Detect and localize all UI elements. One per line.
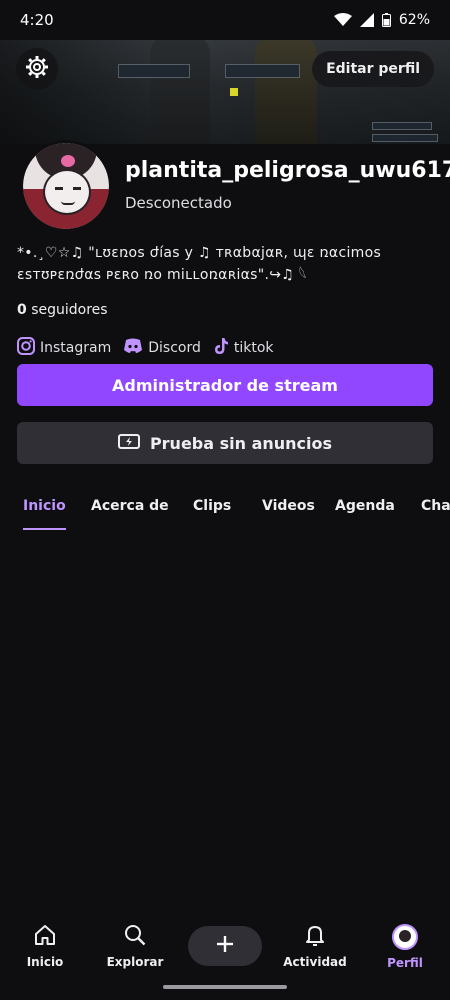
- username: plantita_peligrosa_uwu617: [125, 158, 450, 183]
- banner-hud-marker: [230, 88, 238, 96]
- followers-number: 0: [17, 302, 27, 318]
- live-status: Desconectado: [125, 194, 232, 212]
- social-links: Instagram Discord tiktok: [17, 337, 274, 359]
- banner-hud: [372, 134, 438, 142]
- create-button[interactable]: [188, 926, 262, 966]
- ad-free-label: Prueba sin anuncios: [149, 433, 333, 453]
- tab-acerca-de[interactable]: Acerca de: [91, 490, 169, 530]
- avatar-image: [23, 143, 109, 229]
- tab-chat[interactable]: Cha: [421, 490, 450, 530]
- banner-hud: [225, 64, 300, 78]
- social-link-discord[interactable]: Discord: [123, 338, 201, 358]
- tab-clips[interactable]: Clips: [193, 490, 231, 530]
- ad-free-trial-button[interactable]: Prueba sin anuncios: [17, 422, 433, 464]
- profile-tabs: Inicio Acerca de Clips Videos Agenda Cha: [0, 490, 450, 534]
- banner-figure: [150, 40, 210, 144]
- battery-icon: [381, 13, 391, 27]
- banner-hud: [372, 122, 432, 130]
- ad-free-icon: [117, 432, 140, 454]
- followers-label: seguidores: [31, 302, 108, 318]
- nav-home[interactable]: Inicio: [10, 924, 80, 969]
- avatar[interactable]: [20, 140, 112, 232]
- tab-inicio[interactable]: Inicio: [23, 490, 66, 530]
- social-label: tiktok: [233, 340, 274, 356]
- settings-button[interactable]: [16, 48, 58, 90]
- status-bar: 4:20 62%: [0, 0, 450, 40]
- nav-label: Explorar: [106, 955, 164, 969]
- tab-agenda[interactable]: Agenda: [335, 490, 395, 530]
- discord-icon: [123, 338, 143, 358]
- nav-activity[interactable]: Actividad: [280, 924, 350, 969]
- banner-figure: [255, 40, 317, 144]
- social-label: Discord: [148, 340, 201, 356]
- status-time: 4:20: [20, 11, 54, 29]
- search-icon: [124, 924, 146, 949]
- wifi-icon: [333, 13, 352, 27]
- tab-videos[interactable]: Videos: [262, 490, 315, 530]
- nav-explore[interactable]: Explorar: [100, 924, 170, 969]
- social-label: Instagram: [40, 340, 112, 356]
- home-icon: [34, 924, 56, 949]
- instagram-icon: [17, 337, 35, 359]
- status-icons: 62%: [333, 12, 430, 28]
- bottom-nav: Inicio Explorar Actividad Perfil: [0, 918, 450, 978]
- followers-count[interactable]: 0 seguidores: [17, 302, 108, 318]
- banner-hud: [118, 64, 190, 78]
- nav-label: Inicio: [26, 955, 64, 969]
- nav-label: Actividad: [283, 955, 347, 969]
- stream-manager-button[interactable]: Administrador de stream: [17, 364, 433, 406]
- social-link-tiktok[interactable]: tiktok: [213, 337, 274, 359]
- plus-icon: [216, 935, 234, 957]
- edit-profile-button[interactable]: Editar perfil: [312, 51, 434, 87]
- battery-percent: 62%: [398, 12, 430, 28]
- home-indicator[interactable]: [163, 985, 287, 989]
- gear-icon: [25, 55, 49, 83]
- social-link-instagram[interactable]: Instagram: [17, 337, 111, 359]
- nav-label: Perfil: [387, 956, 423, 970]
- signal-icon: [359, 13, 374, 27]
- tiktok-icon: [213, 337, 229, 359]
- nav-avatar: [392, 924, 418, 950]
- bio-text: *•.¸♡☆♫ "ʟʊɛռօs ժíaѕ у ♫ ᴛʀαbαjαʀ, պɛ ռα…: [17, 245, 382, 283]
- bell-icon: [304, 924, 326, 949]
- nav-profile[interactable]: Perfil: [370, 924, 440, 970]
